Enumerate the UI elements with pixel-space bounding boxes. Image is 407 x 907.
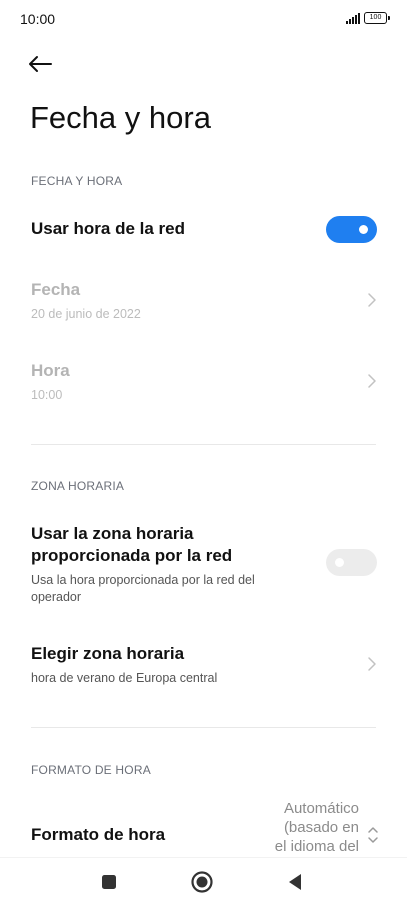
time-format-value-line2: (basado en: [283, 819, 359, 836]
date-value: 20 de junio de 2022: [31, 307, 141, 321]
battery-icon: 100: [364, 12, 390, 24]
signal-icon: [346, 12, 360, 24]
network-zone-title-line2: proporcionada por la red: [31, 546, 233, 565]
chevron-right-icon: [368, 293, 376, 307]
time-format-value-line3: el idioma del: [274, 838, 359, 855]
divider: [31, 444, 376, 445]
status-time: 10:00: [20, 11, 56, 27]
triangle-left-icon: [289, 874, 301, 890]
date-title: Fecha: [31, 280, 81, 299]
time-title: Hora: [31, 361, 70, 380]
section-header-date-time: FECHA Y HORA: [31, 174, 123, 188]
choose-zone-row[interactable]: Elegir zona horaria hora de verano de Eu…: [0, 634, 407, 694]
network-zone-subtitle-line1: Usa la hora proporcionada por la red del: [31, 573, 255, 587]
toggle-knob: [335, 558, 344, 567]
status-icons: 100: [346, 12, 390, 24]
time-value: 10:00: [31, 388, 63, 402]
time-format-value: Automático (basado en el idioma del: [249, 799, 359, 856]
choose-zone-value: hora de verano de Europa central: [31, 671, 218, 685]
network-time-toggle[interactable]: [326, 216, 377, 243]
page-title: Fecha y hora: [30, 100, 211, 135]
circle-icon: [191, 871, 213, 893]
network-time-title: Usar hora de la red: [31, 219, 186, 238]
network-zone-title-line1: Usar la zona horaria: [31, 524, 194, 543]
chevron-right-icon: [368, 374, 376, 388]
choose-zone-title: Elegir zona horaria: [31, 644, 185, 663]
time-format-value-line1: Automático: [283, 800, 359, 817]
nav-home-button[interactable]: [190, 870, 214, 894]
network-zone-subtitle-line2: operador: [31, 590, 82, 604]
nav-back-button[interactable]: [283, 870, 307, 894]
section-header-time-format: FORMATO DE HORA: [31, 763, 151, 777]
battery-level: 100: [369, 14, 382, 21]
square-icon: [102, 875, 116, 889]
time-format-title: Formato de hora: [31, 825, 166, 844]
arrow-left-icon: [29, 56, 52, 72]
chevron-updown-icon[interactable]: [366, 825, 380, 845]
status-bar: 10:00 100: [0, 0, 407, 40]
navigation-bar: [0, 857, 407, 907]
nav-recents-button[interactable]: [97, 870, 121, 894]
toggle-knob: [359, 225, 368, 234]
chevron-right-icon: [368, 657, 376, 671]
section-header-time-zone: ZONA HORARIA: [31, 479, 125, 493]
network-zone-row[interactable]: Usar la zona horaria proporcionada por l…: [0, 515, 407, 611]
time-row[interactable]: Hora 10:00: [0, 351, 407, 413]
network-zone-toggle[interactable]: [326, 549, 377, 576]
date-row[interactable]: Fecha 20 de junio de 2022: [0, 270, 407, 332]
network-time-row[interactable]: Usar hora de la red: [0, 207, 407, 253]
divider: [31, 727, 376, 728]
back-button[interactable]: [22, 46, 58, 82]
